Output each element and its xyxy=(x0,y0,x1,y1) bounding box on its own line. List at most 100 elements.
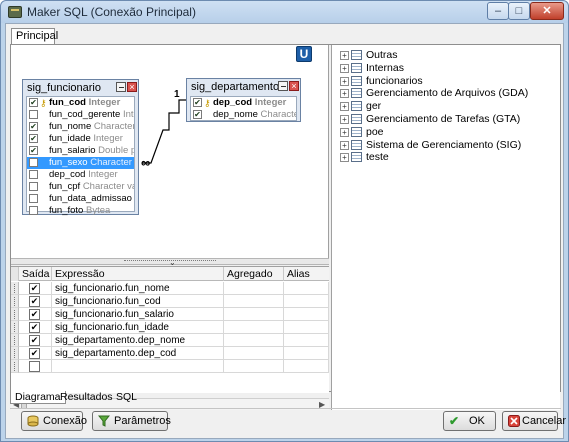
aggregate-cell[interactable] xyxy=(224,321,284,334)
alias-cell[interactable] xyxy=(284,321,329,334)
output-checkbox[interactable]: ✔ xyxy=(29,348,40,359)
table-title-bar[interactable]: sig_funcionario × xyxy=(23,80,138,94)
grid-row[interactable]: ✔ sig_funcionario.fun_cod xyxy=(11,295,329,308)
aggregate-cell[interactable] xyxy=(224,360,284,373)
row-indicator[interactable] xyxy=(11,295,19,308)
field-row[interactable]: ✔ ⚷ fun_cod Integer xyxy=(27,97,134,109)
field-row[interactable]: fun_foto Bytea xyxy=(27,205,134,217)
field-row[interactable]: fun_sexo Character varying xyxy=(27,157,134,169)
output-cell[interactable]: ✔ xyxy=(19,347,52,360)
field-checkbox[interactable] xyxy=(29,110,38,119)
field-checkbox[interactable] xyxy=(29,170,38,179)
field-checkbox[interactable]: ✔ xyxy=(29,98,38,107)
output-cell[interactable]: ✔ xyxy=(19,282,52,295)
diagram-canvas[interactable]: 1 ∞ sig_funcionario × ✔ ⚷ fun_cod Integer f… xyxy=(11,45,329,258)
ok-button[interactable]: ✔ OK xyxy=(443,411,496,431)
grid-row[interactable]: ✔ sig_departamento.dep_cod xyxy=(11,347,329,360)
field-checkbox[interactable] xyxy=(29,182,38,191)
field-checkbox[interactable]: ✔ xyxy=(29,146,38,155)
alias-cell[interactable] xyxy=(284,282,329,295)
expression-cell[interactable] xyxy=(52,360,224,373)
field-checkbox[interactable] xyxy=(29,158,38,167)
aggregate-cell[interactable] xyxy=(224,282,284,295)
field-row[interactable]: dep_cod Integer xyxy=(27,169,134,181)
grid-row[interactable]: ✔ sig_funcionario.fun_nome xyxy=(11,282,329,295)
tree-item[interactable]: + teste xyxy=(340,151,555,164)
expand-icon[interactable]: + xyxy=(340,127,349,137)
row-indicator[interactable] xyxy=(11,360,19,373)
row-indicator[interactable] xyxy=(11,308,19,321)
close-button[interactable]: ✕ xyxy=(530,2,564,20)
field-checkbox[interactable]: ✔ xyxy=(29,122,38,131)
cancel-button[interactable]: Cancelar xyxy=(502,411,566,431)
tab-resultados[interactable]: Resultados xyxy=(56,391,117,404)
expression-cell[interactable]: sig_departamento.dep_nome xyxy=(52,334,224,347)
field-checkbox[interactable] xyxy=(29,206,38,215)
field-row[interactable]: fun_data_admissao Date xyxy=(27,193,134,205)
alias-cell[interactable] xyxy=(284,334,329,347)
field-row[interactable]: ✔ fun_idade Integer xyxy=(27,133,134,145)
output-checkbox[interactable]: ✔ xyxy=(29,296,40,307)
expand-icon[interactable]: + xyxy=(340,153,349,163)
field-row[interactable]: ✔ fun_salario Double precision xyxy=(27,145,134,157)
expression-cell[interactable]: sig_departamento.dep_cod xyxy=(52,347,224,360)
output-cell[interactable]: ✔ xyxy=(19,334,52,347)
expression-cell[interactable]: sig_funcionario.fun_idade xyxy=(52,321,224,334)
output-checkbox[interactable]: ✔ xyxy=(29,335,40,346)
expand-icon[interactable]: + xyxy=(340,51,349,60)
alias-cell[interactable] xyxy=(284,295,329,308)
header-output[interactable]: Saída xyxy=(19,267,52,281)
expand-icon[interactable]: + xyxy=(340,89,349,99)
table-sig-funcionario[interactable]: sig_funcionario × ✔ ⚷ fun_cod Integer fun_c… xyxy=(22,79,139,217)
grid-row[interactable]: ✔ sig_funcionario.fun_salario xyxy=(11,308,329,321)
table-minimize-icon[interactable] xyxy=(278,81,288,91)
tree-item[interactable]: + Outras xyxy=(340,49,555,62)
expression-cell[interactable]: sig_funcionario.fun_nome xyxy=(52,282,224,295)
aggregate-cell[interactable] xyxy=(224,308,284,321)
field-checkbox[interactable]: ✔ xyxy=(29,134,38,143)
tree-item[interactable]: + ger xyxy=(340,100,555,113)
row-indicator[interactable] xyxy=(11,321,19,334)
output-checkbox[interactable]: ✔ xyxy=(29,322,40,333)
tree-item[interactable]: + Gerenciamento de Tarefas (GTA) xyxy=(340,113,555,126)
output-cell[interactable]: ✔ xyxy=(19,295,52,308)
alias-cell[interactable] xyxy=(284,347,329,360)
row-indicator[interactable] xyxy=(11,334,19,347)
expand-icon[interactable]: + xyxy=(340,140,349,150)
table-title-bar[interactable]: sig_departamento × xyxy=(187,79,300,93)
tab-sql[interactable]: SQL xyxy=(112,391,141,404)
aggregate-cell[interactable] xyxy=(224,295,284,308)
grid-row[interactable]: ✔ sig_departamento.dep_nome xyxy=(11,334,329,347)
union-badge-icon[interactable]: U xyxy=(296,46,312,62)
output-cell[interactable]: ✔ xyxy=(19,308,52,321)
alias-cell[interactable] xyxy=(284,308,329,321)
row-indicator[interactable] xyxy=(11,282,19,295)
diagram-grid-splitter[interactable]: ⌄ xyxy=(11,258,329,267)
tree-item[interactable]: + Gerenciamento de Arquivos (GDA) xyxy=(340,87,555,100)
header-expression[interactable]: Expressão xyxy=(52,267,224,281)
field-row[interactable]: ✔ fun_nome Character varying xyxy=(27,121,134,133)
grid-row[interactable]: ✔ sig_funcionario.fun_idade xyxy=(11,321,329,334)
tree-item[interactable]: + funcionarios xyxy=(340,75,555,88)
expression-cell[interactable]: sig_funcionario.fun_salario xyxy=(52,308,224,321)
output-checkbox[interactable]: ✔ xyxy=(29,283,40,294)
field-row[interactable]: fun_cpf Character varying xyxy=(27,181,134,193)
output-cell[interactable]: ✔ xyxy=(19,321,52,334)
field-checkbox[interactable]: ✔ xyxy=(193,98,202,107)
row-indicator[interactable] xyxy=(11,347,19,360)
output-checkbox[interactable] xyxy=(29,361,40,372)
header-aggregate[interactable]: Agregado xyxy=(224,267,284,281)
field-checkbox[interactable] xyxy=(29,194,38,203)
output-checkbox[interactable]: ✔ xyxy=(29,309,40,320)
table-sig-departamento[interactable]: sig_departamento × ✔ ⚷ dep_cod Integer ✔ dep… xyxy=(186,78,301,122)
minimize-button[interactable]: – xyxy=(487,2,509,20)
aggregate-cell[interactable] xyxy=(224,334,284,347)
parameters-button[interactable]: Parâmetros xyxy=(92,411,171,431)
expression-cell[interactable]: sig_funcionario.fun_cod xyxy=(52,295,224,308)
tab-principal[interactable]: Principal xyxy=(11,28,58,44)
grid-row[interactable] xyxy=(11,360,329,373)
field-row[interactable]: fun_cod_gerente Integer xyxy=(27,109,134,121)
maximize-button[interactable]: □ xyxy=(508,2,530,20)
tree-item[interactable]: + Sistema de Gerenciamento (SIG) xyxy=(340,139,555,152)
field-row[interactable]: ✔ ⚷ dep_cod Integer xyxy=(191,97,296,109)
